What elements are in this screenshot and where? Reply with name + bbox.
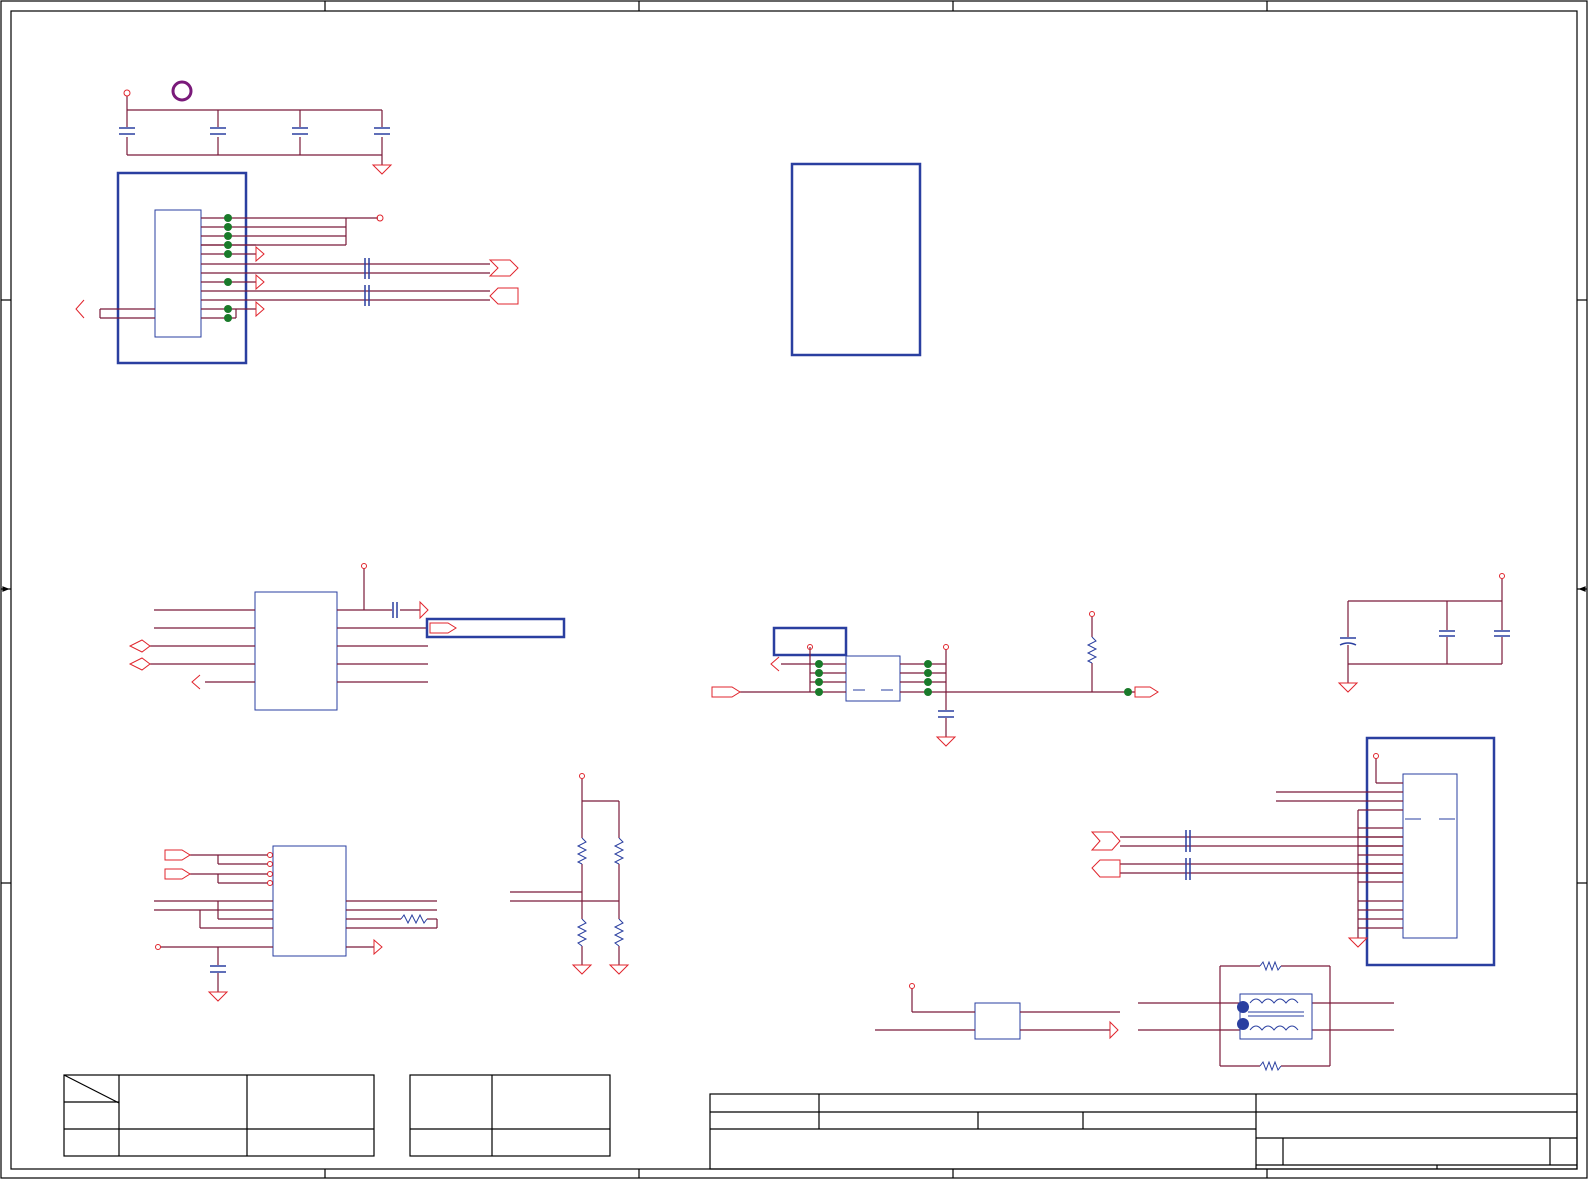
resistor-dividers xyxy=(510,773,630,975)
module-block-center xyxy=(790,162,922,357)
schematic-canvas xyxy=(0,0,1588,1179)
test-point-marker xyxy=(171,80,193,102)
top-decoupling-caps xyxy=(119,80,393,175)
ic-lower-left xyxy=(154,845,438,1002)
ic-middle-left xyxy=(128,563,566,711)
common-mode-choke xyxy=(1138,960,1394,1072)
right-decoupling-caps xyxy=(1337,573,1510,693)
title-block xyxy=(709,1093,1578,1170)
schematic-sheet xyxy=(0,0,1589,1180)
revision-table xyxy=(63,1074,375,1157)
sheet-frame xyxy=(0,0,1588,1179)
ic-lower-small xyxy=(875,983,1120,1040)
approval-table xyxy=(409,1074,611,1157)
regulator-middle xyxy=(711,611,1159,747)
connector-block-top-left xyxy=(75,171,519,365)
connector-block-right xyxy=(1090,736,1496,967)
